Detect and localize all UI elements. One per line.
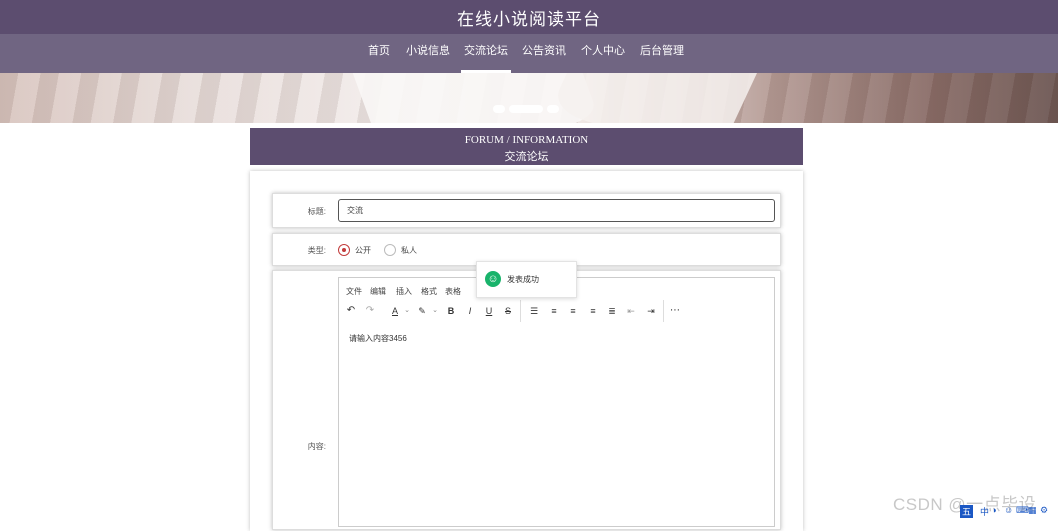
type-label: 类型:	[307, 246, 326, 255]
align-center-icon[interactable]: ≡	[565, 304, 581, 318]
nav-item-novels[interactable]: 小说信息	[404, 34, 452, 73]
editor-content[interactable]: 请输入内容3456	[349, 333, 407, 344]
underline-icon[interactable]: U	[481, 304, 497, 318]
banner-carousel	[0, 73, 1058, 123]
top-header: 在线小说阅读平台	[0, 0, 1058, 34]
ime-settings-icon[interactable]: ⚙	[1040, 505, 1048, 516]
bold-icon[interactable]: B	[443, 304, 459, 318]
site-title: 在线小说阅读平台	[457, 10, 601, 29]
success-toast: ☺ 发表成功	[476, 261, 577, 298]
carousel-dot[interactable]	[547, 105, 559, 113]
strikethrough-icon[interactable]: S	[500, 304, 516, 318]
justify-icon[interactable]: ≣	[604, 304, 620, 318]
nav-item-news[interactable]: 公告资讯	[520, 34, 568, 73]
carousel-dot-active[interactable]	[509, 105, 543, 113]
nav-item-admin[interactable]: 后台管理	[638, 34, 686, 73]
type-radio-private[interactable]	[384, 244, 396, 256]
chevron-down-icon[interactable]: ⌄	[427, 304, 443, 318]
toast-message: 发表成功	[507, 275, 539, 284]
editor-menu-insert[interactable]: 插入	[396, 286, 412, 297]
nav-item-profile[interactable]: 个人中心	[579, 34, 627, 73]
indent-icon[interactable]: ⇥	[643, 304, 659, 318]
ime-emoji-icon[interactable]: ☺	[1004, 505, 1013, 515]
redo-icon[interactable]: ↷	[362, 304, 378, 318]
toolbar-divider	[663, 300, 664, 322]
section-title-zh: 交流论坛	[504, 151, 549, 163]
content-label: 内容:	[307, 442, 326, 451]
undo-icon[interactable]: ↶	[343, 304, 359, 318]
title-label: 标题:	[307, 207, 326, 216]
ime-punct-icon[interactable]: ◗	[992, 505, 997, 515]
section-heading: FORUM / INFORMATION 交流论坛	[250, 128, 803, 165]
smile-icon: ☺	[485, 271, 501, 287]
section-title-en: FORUM / INFORMATION	[464, 134, 589, 146]
chevron-down-icon[interactable]: ⌄	[399, 304, 415, 318]
ime-mode-icon[interactable]: 中	[980, 505, 989, 518]
type-radio-public[interactable]	[338, 244, 350, 256]
editor-menu-table[interactable]: 表格	[445, 286, 461, 297]
align-left-icon[interactable]: ≡	[546, 304, 562, 318]
ime-logo-icon[interactable]: 五	[960, 505, 974, 518]
banner-image-book-right	[541, 73, 769, 123]
list-icon[interactable]: ☰	[526, 304, 542, 318]
toolbar-divider	[520, 300, 521, 322]
carousel-dot[interactable]	[493, 105, 505, 113]
outdent-icon[interactable]: ⇤	[623, 304, 639, 318]
title-input[interactable]	[338, 199, 775, 222]
rich-text-editor: 文件 编辑 插入 格式 表格 ↶ ↷ A ⌄ ✎ ⌄ B I U S ☰ ≡ ≡…	[338, 277, 775, 527]
editor-menu-edit[interactable]: 编辑	[370, 286, 386, 297]
editor-menu-format[interactable]: 格式	[421, 286, 437, 297]
type-option-public-label[interactable]: 公开	[355, 245, 371, 256]
nav-item-home[interactable]: 首页	[362, 34, 396, 73]
nav-item-forum[interactable]: 交流论坛	[461, 34, 511, 73]
align-right-icon[interactable]: ≡	[585, 304, 601, 318]
type-option-private-label[interactable]: 私人	[401, 245, 417, 256]
main-nav: 首页 小说信息 交流论坛 公告资讯 个人中心 后台管理	[0, 34, 1058, 73]
editor-menu-file[interactable]: 文件	[346, 286, 362, 297]
italic-icon[interactable]: I	[462, 304, 478, 318]
more-icon[interactable]: ⋯	[667, 304, 683, 318]
ime-skin-icon[interactable]: ▦	[1028, 505, 1037, 516]
